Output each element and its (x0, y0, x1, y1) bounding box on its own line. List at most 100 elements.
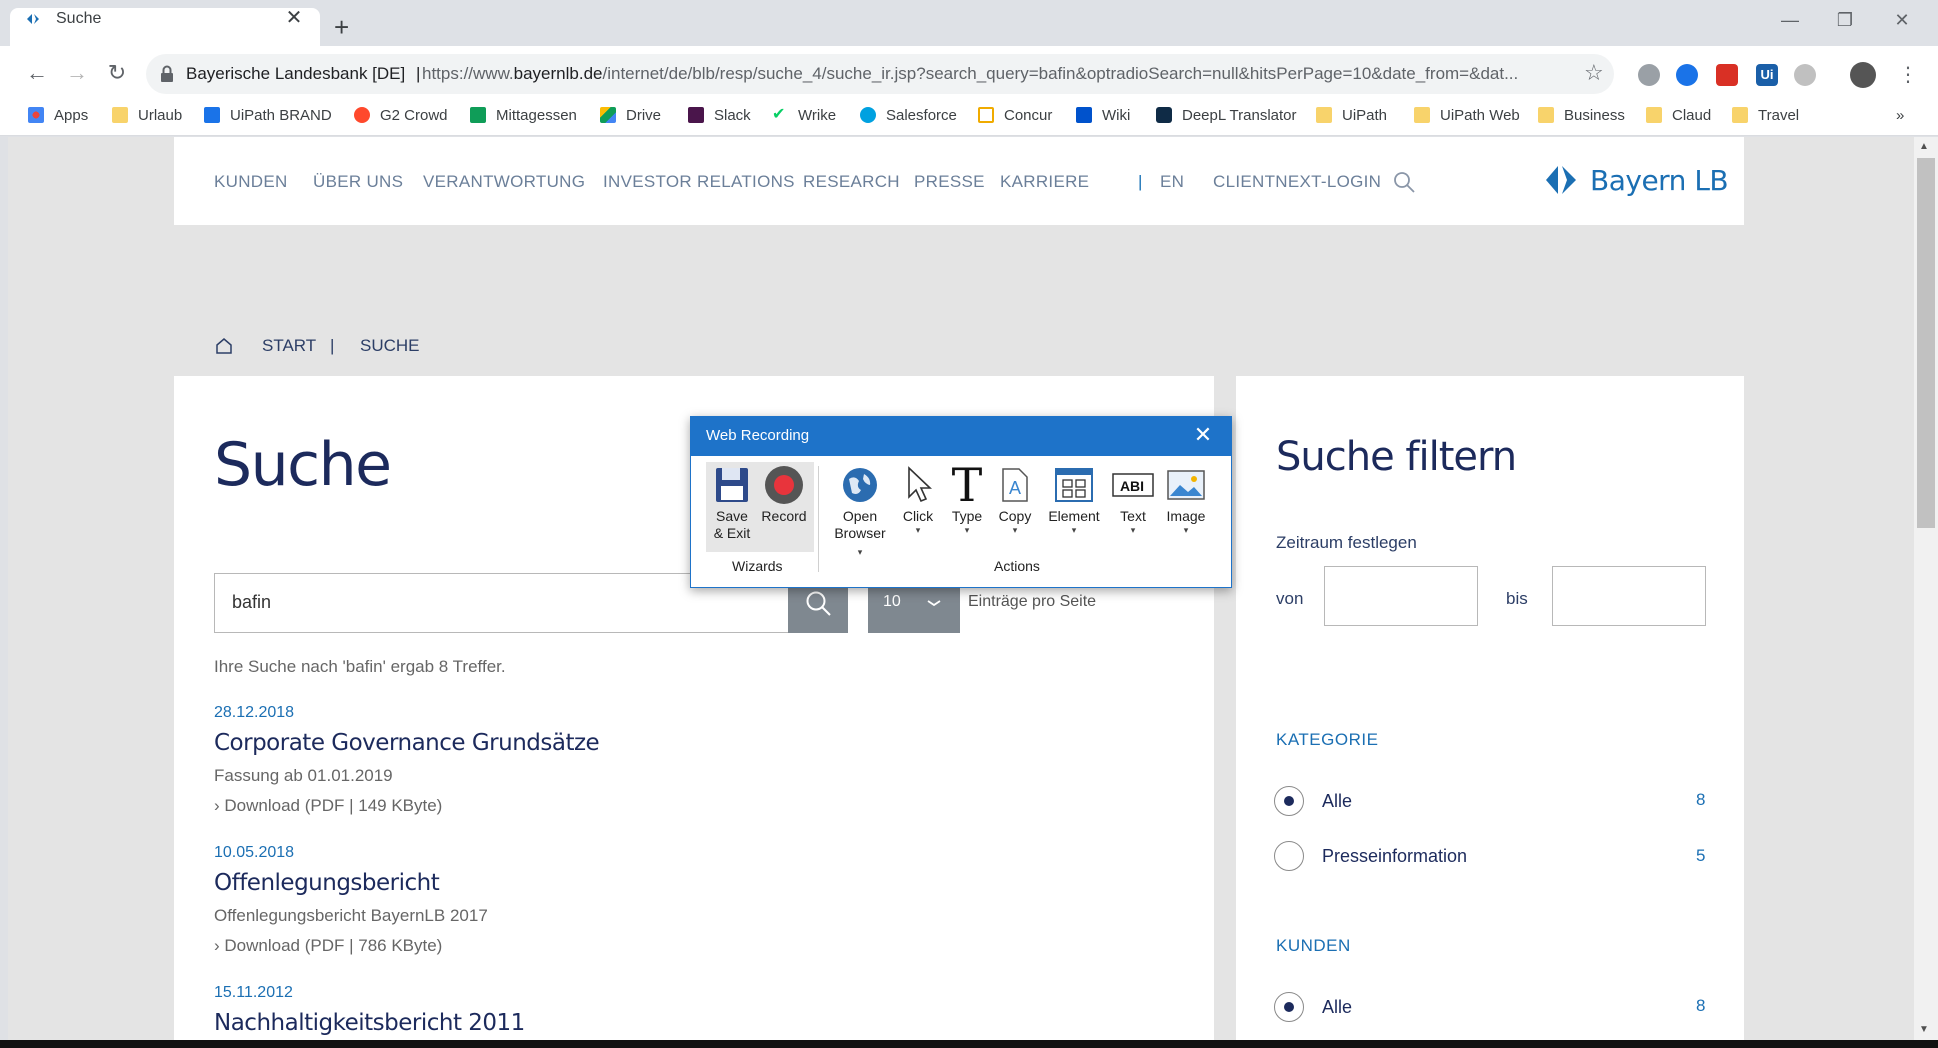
type-button[interactable]: T Type ▾ (942, 462, 992, 535)
bookmark-urlaub[interactable]: Urlaub (112, 104, 182, 126)
result-download-link[interactable]: › Download (PDF | 149 KByte) (214, 796, 442, 816)
bookmark-drive[interactable]: Drive (600, 104, 661, 126)
url-text[interactable]: https://www.bayernlb.de/internet/de/blb/… (422, 64, 1572, 84)
extension-uipath-icon[interactable]: Ui (1756, 64, 1778, 86)
bookmark-g2-crowd[interactable]: G2 Crowd (354, 104, 448, 126)
bookmark-uipath-web[interactable]: UiPath Web (1414, 104, 1520, 126)
result-summary: Ihre Suche nach 'bafin' ergab 8 Treffer. (214, 657, 506, 676)
bookmark-business[interactable]: Business (1538, 104, 1625, 126)
extension-pdf-icon[interactable] (1716, 64, 1738, 86)
radio-kategorie-alle[interactable] (1274, 786, 1304, 816)
radio-kunden-alle[interactable] (1274, 992, 1304, 1022)
result-title-link[interactable]: Nachhaltigkeitsbericht 2011 (214, 1010, 525, 1036)
profile-avatar[interactable] (1850, 62, 1876, 88)
scroll-up-arrow-icon[interactable]: ▲ (1919, 141, 1929, 152)
nav-presse[interactable]: PRESSE (914, 172, 985, 192)
bookmark-concur[interactable]: Concur (978, 104, 1052, 126)
breadcrumb-suche: SUCHE (360, 336, 420, 355)
result-date: 15.11.2012 (214, 984, 293, 1001)
nav-clientnext-login[interactable]: CLIENTNEXT-LOGIN (1213, 172, 1381, 192)
search-icon[interactable] (1392, 170, 1416, 194)
bookmark-deepl[interactable]: DeepL Translator (1156, 104, 1297, 126)
minimize-button[interactable]: — (1770, 10, 1810, 31)
scroll-down-arrow-icon[interactable]: ▼ (1919, 1024, 1929, 1035)
nav-investor-relations[interactable]: INVESTOR RELATIONS (603, 172, 795, 192)
new-tab-button[interactable]: + (334, 14, 349, 40)
result-title-link[interactable]: Corporate Governance Grundsätze (214, 730, 600, 756)
result-title-link[interactable]: Offenlegungsbericht (214, 870, 440, 896)
cursor-icon (908, 466, 932, 503)
logo-text: Bayern LB (1590, 163, 1729, 197)
element-button[interactable]: Element ▾ (1042, 462, 1106, 535)
timeframe-label: Zeitraum festlegen (1276, 533, 1417, 552)
save-exit-button[interactable]: Save & Exit (704, 462, 760, 542)
url-domain: bayernlb.de (513, 64, 603, 83)
forward-arrow-icon[interactable]: → (62, 58, 92, 88)
bookmark-salesforce[interactable]: Salesforce (860, 104, 957, 126)
os-taskbar (0, 1040, 1938, 1048)
radio-label[interactable]: Alle (1322, 997, 1352, 1018)
bookmark-star-icon[interactable]: ☆ (1584, 60, 1604, 86)
dialog-close-icon[interactable]: ✕ (1190, 422, 1216, 448)
radio-kategorie-presseinformation[interactable] (1274, 841, 1304, 871)
date-from-input[interactable] (1324, 566, 1478, 626)
open-browser-button[interactable]: Open Browser ▾ (832, 462, 888, 559)
nav-separator: | (1138, 172, 1143, 191)
date-to-input[interactable] (1552, 566, 1706, 626)
scrollbar-thumb[interactable] (1917, 158, 1935, 528)
breadcrumb-start[interactable]: START (262, 336, 316, 356)
bookmark-uipath[interactable]: UiPath (1316, 104, 1387, 126)
extension-gray-icon[interactable] (1638, 64, 1660, 86)
bookmark-claud[interactable]: Claud (1646, 104, 1711, 126)
result-download-link[interactable]: › Download (PDF | 786 KByte) (214, 936, 442, 956)
restore-button[interactable]: ❐ (1825, 10, 1865, 31)
bookmark-wrike[interactable]: ✔ Wrike (772, 104, 836, 126)
radio-label[interactable]: Alle (1322, 791, 1352, 812)
nav-kunden[interactable]: KUNDEN (214, 172, 288, 192)
nav-research[interactable]: RESEARCH (803, 172, 900, 192)
bookmarks-overflow-button[interactable]: » (1896, 104, 1904, 126)
copy-button[interactable]: A Copy ▾ (990, 462, 1040, 535)
folder-icon (1316, 107, 1332, 123)
url-path: /internet/de/blb/resp/suche_4/suche_ir.j… (602, 64, 1519, 83)
bookmark-wiki[interactable]: Wiki (1076, 104, 1130, 126)
bookmark-mittagessen[interactable]: Mittagessen (470, 104, 577, 126)
bayernlb-logo[interactable]: Bayern LB (1546, 162, 1729, 198)
result-date: 10.05.2018 (214, 844, 295, 861)
tab-close-icon[interactable]: ✕ (282, 6, 306, 30)
click-button[interactable]: Click ▾ (892, 462, 944, 535)
bookmark-apps[interactable]: Apps (28, 104, 88, 126)
nav-ueber-uns[interactable]: ÜBER UNS (313, 172, 403, 192)
to-label: bis (1506, 589, 1528, 608)
bookmark-travel[interactable]: Travel (1732, 104, 1799, 126)
extension-video-icon[interactable] (1676, 64, 1698, 86)
home-icon[interactable] (214, 336, 234, 356)
kategorie-heading: KATEGORIE (1276, 730, 1379, 749)
kunden-heading: KUNDEN (1276, 936, 1351, 955)
reload-icon[interactable]: ↻ (102, 58, 132, 88)
browser-menu-icon[interactable]: ⋮ (1898, 62, 1918, 87)
back-arrow-icon[interactable]: ← (22, 58, 52, 88)
text-button[interactable]: ABI Text ▾ (1106, 462, 1160, 535)
svg-text:ABI: ABI (1120, 478, 1144, 494)
close-window-button[interactable]: ✕ (1882, 10, 1922, 31)
image-button[interactable]: Image ▾ (1158, 462, 1214, 535)
radio-count: 8 (1696, 790, 1706, 809)
radio-label[interactable]: Presseinformation (1322, 846, 1467, 867)
breadcrumb-separator: | (330, 336, 335, 355)
per-page-label: Einträge pro Seite (968, 593, 1097, 610)
drive-icon (600, 107, 616, 123)
bookmark-uipath-brand[interactable]: UiPath BRAND (204, 104, 332, 126)
folder-icon (1732, 107, 1748, 123)
nav-verantwortung[interactable]: VERANTWORTUNG (423, 172, 585, 192)
nav-karriere[interactable]: KARRIERE (1000, 172, 1089, 192)
record-button[interactable]: Record (756, 462, 812, 525)
concur-icon (978, 107, 994, 123)
per-page-value: 10 (883, 593, 901, 610)
result-subtitle: Offenlegungsbericht BayernLB 2017 (214, 906, 488, 925)
extension-drive-icon[interactable] (1794, 64, 1816, 86)
radio-count: 5 (1696, 846, 1706, 865)
result-date: 28.12.2018 (214, 704, 295, 721)
bookmark-slack[interactable]: Slack (688, 104, 751, 126)
nav-lang-en[interactable]: EN (1160, 172, 1184, 192)
